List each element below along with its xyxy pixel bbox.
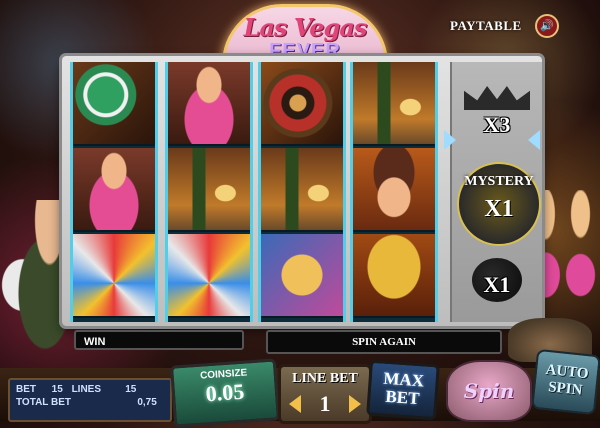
coinsize-value: 0.05 bbox=[204, 378, 246, 407]
spin-button[interactable]: Spin bbox=[446, 360, 532, 422]
crown-icon bbox=[464, 86, 530, 110]
multiplier-bottom: X1 bbox=[483, 272, 511, 297]
bet-label: BET bbox=[16, 384, 36, 395]
total-bet-row: TOTAL BET 0,75 bbox=[16, 397, 163, 408]
symbol-roulette bbox=[261, 62, 343, 146]
symbol-girl-gold bbox=[353, 148, 435, 232]
bet-info-panel: BET 15 LINES 15 TOTAL BET 0,75 bbox=[8, 378, 172, 422]
bet-value: 15 bbox=[51, 384, 63, 395]
logo-title: Las Vegas bbox=[243, 13, 368, 42]
total-bet-value: 0,75 bbox=[137, 397, 157, 408]
symbol-champagne bbox=[168, 148, 250, 232]
symbol-champagne bbox=[353, 62, 435, 146]
arrow-right-icon bbox=[444, 130, 456, 150]
reel-3 bbox=[258, 62, 346, 322]
symbol-girl-pink bbox=[168, 62, 250, 146]
line-bet-control: LINE BET 1 bbox=[278, 364, 372, 424]
speaker-icon[interactable]: 🔊 bbox=[535, 14, 559, 38]
lines-label: LINES bbox=[71, 384, 102, 395]
max-bet-line2: BET bbox=[384, 386, 421, 409]
symbol-chips bbox=[73, 62, 155, 146]
mystery-label: MYSTERY bbox=[464, 174, 534, 189]
multiplier-reel: X3 MYSTERY X1 X1 bbox=[450, 62, 542, 322]
auto-spin-button[interactable]: AUTO SPIN bbox=[531, 348, 600, 416]
reel-1 bbox=[70, 62, 158, 322]
symbol-logo bbox=[261, 234, 343, 318]
total-bet-label: TOTAL BET bbox=[16, 397, 71, 408]
win-display: WIN bbox=[74, 330, 244, 350]
symbol-wheel bbox=[73, 234, 155, 318]
arrow-left-icon bbox=[528, 130, 540, 150]
decrease-arrow-icon[interactable] bbox=[289, 395, 301, 413]
symbol-champagne bbox=[261, 148, 343, 232]
lines-value: 15 bbox=[125, 384, 137, 395]
symbol-girl-pink bbox=[73, 148, 155, 232]
auto-spin-line2: SPIN bbox=[547, 379, 584, 399]
status-message: SPIN AGAIN bbox=[266, 330, 502, 354]
line-bet-value: 1 bbox=[319, 391, 331, 416]
max-bet-button[interactable]: MAX BET bbox=[366, 359, 440, 421]
mystery-multiplier: X1 bbox=[484, 196, 514, 222]
line-bet-stepper: 1 bbox=[287, 391, 363, 417]
bet-lines-row: BET 15 LINES 15 bbox=[16, 384, 142, 395]
reel-2 bbox=[165, 62, 253, 322]
reel-4 bbox=[350, 62, 438, 322]
symbol-girl-gold bbox=[353, 234, 435, 318]
mystery-disc: MYSTERY X1 bbox=[457, 162, 541, 246]
symbol-wheel bbox=[168, 234, 250, 318]
line-bet-label: LINE BET bbox=[292, 371, 358, 386]
coinsize-control[interactable]: COINSIZE 0.05 bbox=[169, 358, 281, 428]
paytable-button[interactable]: PAYTABLE bbox=[450, 18, 522, 34]
increase-arrow-icon[interactable] bbox=[349, 395, 361, 413]
